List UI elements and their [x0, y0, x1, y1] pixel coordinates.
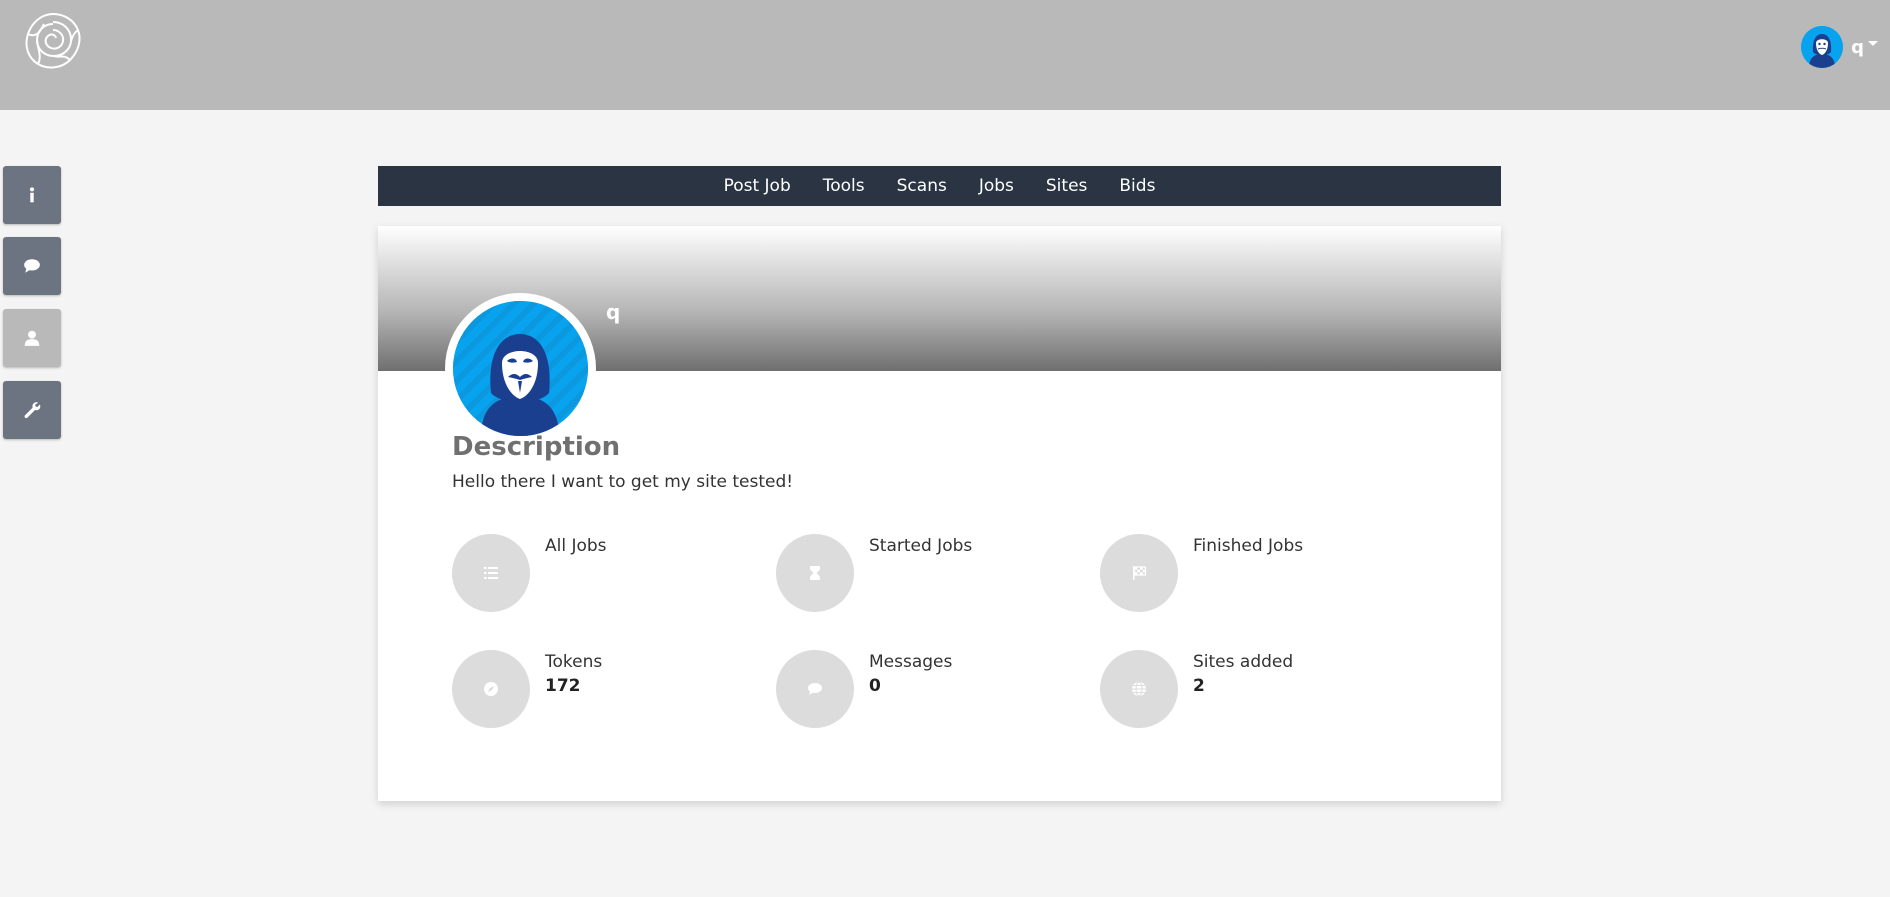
stat-label: Tokens [545, 652, 603, 672]
chat-button[interactable] [3, 237, 61, 295]
profile-name: q [606, 300, 621, 324]
compass-icon [484, 682, 498, 696]
nav-scans[interactable]: Scans [897, 176, 947, 196]
stat-label: All Jobs [545, 536, 607, 556]
globe-icon [1132, 681, 1146, 697]
stat-tokens[interactable]: Tokens 172 [452, 650, 752, 730]
stat-value: 172 [545, 676, 581, 696]
nav-jobs[interactable]: Jobs [979, 176, 1014, 196]
profile-card: q Description Hello there I want to get … [378, 226, 1501, 801]
main-nav: Post Job Tools Scans Jobs Sites Bids [378, 166, 1501, 206]
hacker-avatar-icon [453, 301, 588, 436]
user-avatar[interactable] [1801, 26, 1844, 68]
nav-bids[interactable]: Bids [1119, 176, 1155, 196]
stat-started-jobs[interactable]: Started Jobs [776, 534, 1076, 614]
stat-label: Messages [869, 652, 953, 672]
stat-label: Finished Jobs [1193, 536, 1304, 556]
chat-icon [24, 259, 40, 273]
stat-all-jobs[interactable]: All Jobs [452, 534, 752, 614]
user-menu[interactable]: q [1801, 26, 1878, 68]
user-icon [24, 330, 40, 346]
profile-avatar [445, 293, 596, 444]
nav-sites[interactable]: Sites [1046, 176, 1088, 196]
hourglass-icon [810, 566, 820, 580]
profile-button[interactable] [3, 309, 61, 367]
user-name[interactable]: q [1851, 37, 1864, 58]
info-icon [29, 187, 35, 203]
top-header: q [0, 0, 1890, 110]
tools-button[interactable] [3, 381, 61, 439]
hacker-avatar-icon [1801, 26, 1844, 68]
rose-icon[interactable] [20, 8, 86, 74]
wrench-icon [24, 402, 41, 419]
info-button[interactable] [3, 166, 61, 224]
stat-value: 2 [1193, 676, 1205, 696]
description-title: Description [452, 432, 621, 462]
stat-sites-added[interactable]: Sites added 2 [1100, 650, 1400, 730]
checkered-flag-icon [1133, 566, 1147, 580]
stat-label: Sites added [1193, 652, 1294, 672]
nav-tools[interactable]: Tools [823, 176, 865, 196]
chevron-down-icon[interactable] [1868, 40, 1878, 46]
chat-icon [808, 683, 822, 695]
description-text: Hello there I want to get my site tested… [452, 472, 794, 492]
nav-post-job[interactable]: Post Job [724, 176, 791, 196]
stat-messages[interactable]: Messages 0 [776, 650, 1076, 730]
stat-label: Started Jobs [869, 536, 973, 556]
stat-value: 0 [869, 676, 881, 696]
list-icon [484, 567, 498, 579]
stat-finished-jobs[interactable]: Finished Jobs [1100, 534, 1400, 614]
